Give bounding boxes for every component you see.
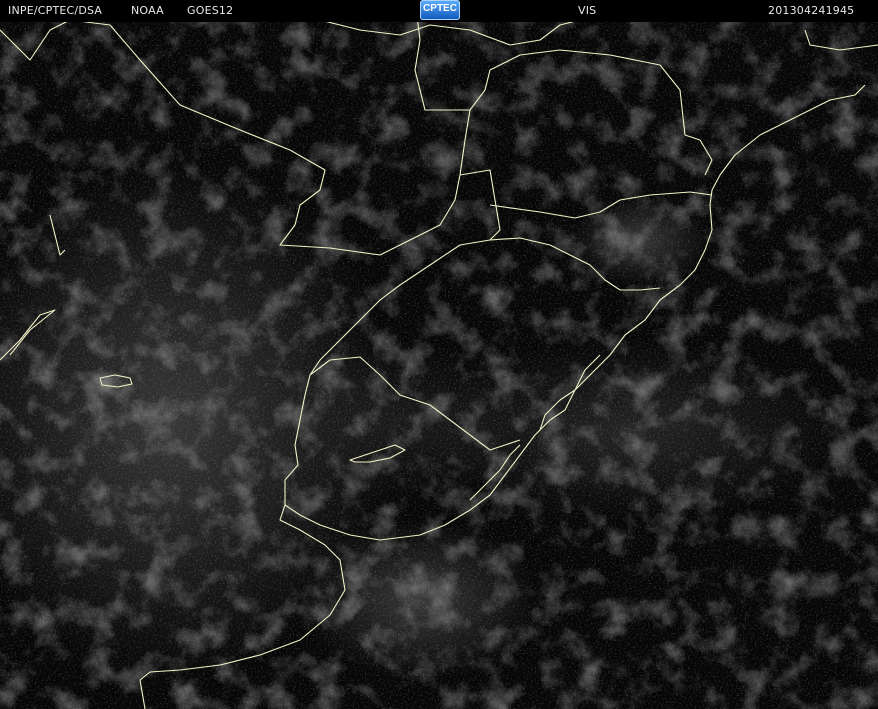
band-label: VIS: [578, 4, 597, 17]
cloud-cover: [0, 0, 878, 709]
timestamp-label: 201304241945: [768, 4, 855, 17]
agency-label: INPE/CPTEC/DSA: [8, 4, 103, 17]
cptec-logo-icon: CPTEC: [420, 0, 460, 20]
satellite-label: GOES12: [187, 4, 234, 17]
logo-text: CPTEC: [423, 3, 457, 14]
provider-label: NOAA: [131, 4, 164, 17]
satellite-image: [0, 0, 878, 709]
header-bar: INPE/CPTEC/DSA NOAA GOES12 CPTEC VIS 201…: [0, 0, 878, 22]
